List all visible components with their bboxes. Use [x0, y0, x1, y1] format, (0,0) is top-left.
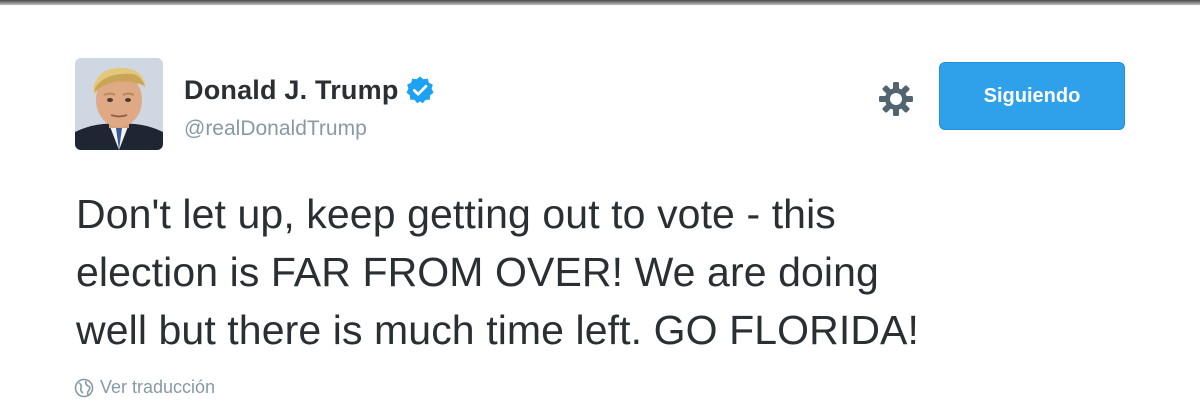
translate-label: Ver traducción [100, 377, 216, 397]
name-row: Donald J. Trump [184, 73, 435, 107]
avatar[interactable] [75, 58, 163, 150]
display-name[interactable]: Donald J. Trump [184, 75, 399, 106]
globe-icon [74, 378, 94, 398]
avatar-image [75, 58, 163, 150]
tweet-text-line: election is FAR FROM OVER! We are doing [76, 249, 879, 295]
tweet-text-line: well but there is much time left. GO FLO… [76, 307, 919, 353]
user-handle[interactable]: @realDonaldTrump [184, 117, 367, 141]
verified-badge-icon [405, 75, 435, 105]
tweet-text-line: Don't let up, keep getting out to vote -… [76, 191, 836, 237]
following-button[interactable]: Siguiendo [939, 62, 1125, 130]
tweet-text: Don't let up, keep getting out to vote -… [76, 185, 1156, 359]
translate-link[interactable]: Ver traducción [74, 377, 215, 398]
gear-icon[interactable] [876, 79, 916, 119]
tweet-card: Donald J. Trump @realDonaldTrump Siguien… [0, 5, 1200, 416]
